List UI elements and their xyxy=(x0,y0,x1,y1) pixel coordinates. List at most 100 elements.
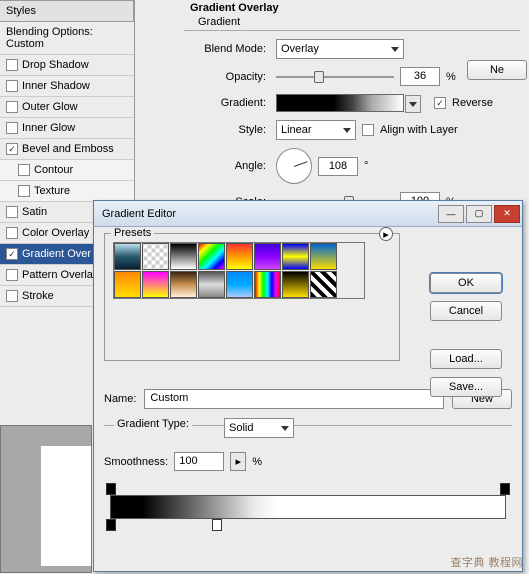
preview-area xyxy=(0,425,92,573)
style-checkbox[interactable] xyxy=(6,101,18,113)
percent-label: % xyxy=(252,456,262,468)
smoothness-stepper[interactable]: ▸ xyxy=(230,452,246,471)
angle-dial[interactable] xyxy=(276,148,312,184)
color-stop-left[interactable] xyxy=(106,519,116,531)
align-label: Align with Layer xyxy=(380,124,458,136)
gradient-overlay-panel: Gradient Overlay Gradient Blend Mode: Ov… xyxy=(180,2,520,227)
gradient-swatch[interactable] xyxy=(276,94,404,112)
preset-swatch[interactable] xyxy=(142,271,169,298)
style-label: Outer Glow xyxy=(22,101,78,113)
style-dropdown[interactable]: Linear xyxy=(276,120,356,140)
name-label: Name: xyxy=(104,393,136,405)
opacity-stop-right[interactable] xyxy=(500,483,510,495)
reverse-label: Reverse xyxy=(452,97,493,109)
style-checkbox[interactable] xyxy=(18,185,30,197)
close-button[interactable]: ✕ xyxy=(494,205,520,223)
style-checkbox[interactable] xyxy=(6,206,18,218)
cancel-button[interactable]: Cancel xyxy=(430,301,502,321)
side-buttons: Ne xyxy=(467,60,527,80)
preset-swatch[interactable] xyxy=(282,271,309,298)
gradient-dropdown-button[interactable] xyxy=(405,95,421,113)
preset-swatch[interactable] xyxy=(282,243,309,270)
style-item-outer-glow[interactable]: Outer Glow xyxy=(0,97,134,118)
style-item-contour[interactable]: Contour xyxy=(0,160,134,181)
opacity-input[interactable]: 36 xyxy=(400,67,440,86)
style-label: Texture xyxy=(34,185,70,197)
style-checkbox[interactable] xyxy=(6,80,18,92)
name-input[interactable]: Custom xyxy=(144,389,444,409)
style-item-inner-glow[interactable]: Inner Glow xyxy=(0,118,134,139)
preset-swatch[interactable] xyxy=(254,271,281,298)
presets-menu-button[interactable]: ▸ xyxy=(379,227,393,241)
opacity-slider[interactable] xyxy=(276,68,394,86)
save-button[interactable]: Save... xyxy=(430,377,502,397)
style-label: Gradient Over xyxy=(22,248,91,260)
watermark-text: 查字典 教程网 xyxy=(450,554,523,570)
presets-box: Presets ▸ xyxy=(104,233,400,361)
preset-swatch[interactable] xyxy=(226,243,253,270)
degree-label: ° xyxy=(364,160,368,172)
titlebar[interactable]: Gradient Editor — ▢ ✕ xyxy=(94,201,522,227)
style-item-drop-shadow[interactable]: Drop Shadow xyxy=(0,55,134,76)
blend-mode-dropdown[interactable]: Overlay xyxy=(276,39,404,59)
gradient-section-label: Gradient xyxy=(198,16,520,28)
preset-swatch[interactable] xyxy=(310,243,337,270)
style-label: Color Overlay xyxy=(22,227,89,239)
style-label: Contour xyxy=(34,164,73,176)
style-checkbox[interactable] xyxy=(6,269,18,281)
style-checkbox[interactable]: ✓ xyxy=(6,248,18,260)
smoothness-input[interactable]: 100 xyxy=(174,452,224,471)
load-button[interactable]: Load... xyxy=(430,349,502,369)
blending-options-row[interactable]: Blending Options: Custom xyxy=(0,22,134,55)
preset-swatch[interactable] xyxy=(198,271,225,298)
gradient-bar[interactable] xyxy=(110,495,506,519)
gradient-type-dropdown[interactable]: Solid xyxy=(224,418,294,438)
style-checkbox[interactable] xyxy=(6,122,18,134)
chevron-down-icon xyxy=(343,128,351,133)
styles-header[interactable]: Styles xyxy=(0,0,134,22)
opacity-label: Opacity: xyxy=(190,71,270,83)
style-checkbox[interactable] xyxy=(18,164,30,176)
percent-label: % xyxy=(446,71,456,83)
maximize-button[interactable]: ▢ xyxy=(466,205,492,223)
preset-swatch[interactable] xyxy=(254,243,281,270)
style-checkbox[interactable] xyxy=(6,290,18,302)
dialog-title: Gradient Editor xyxy=(102,208,176,220)
blend-mode-label: Blend Mode: xyxy=(190,43,270,55)
style-label: Bevel and Emboss xyxy=(22,143,114,155)
new-style-button[interactable]: Ne xyxy=(467,60,527,80)
ok-button[interactable]: OK xyxy=(430,273,502,293)
gradient-bar-area xyxy=(104,481,512,539)
style-item-inner-shadow[interactable]: Inner Shadow xyxy=(0,76,134,97)
style-label: Pattern Overlay xyxy=(22,269,98,281)
opacity-stop-left[interactable] xyxy=(106,483,116,495)
style-checkbox[interactable]: ✓ xyxy=(6,143,18,155)
gradient-type-label: Gradient Type: xyxy=(114,418,192,430)
style-item-bevel-and-emboss[interactable]: ✓ Bevel and Emboss xyxy=(0,139,134,160)
style-label: Satin xyxy=(22,206,47,218)
reverse-checkbox[interactable]: ✓ xyxy=(434,97,446,109)
presets-label: Presets xyxy=(111,227,154,239)
preset-swatch[interactable] xyxy=(114,243,141,270)
gradient-editor-dialog: Gradient Editor — ▢ ✕ Presets ▸ OK Cance… xyxy=(93,200,523,572)
angle-label: Angle: xyxy=(190,160,270,172)
style-label: Inner Shadow xyxy=(22,80,90,92)
style-checkbox[interactable] xyxy=(6,227,18,239)
angle-input[interactable]: 108 xyxy=(318,157,358,176)
preset-swatch[interactable] xyxy=(170,271,197,298)
style-item-texture[interactable]: Texture xyxy=(0,181,134,202)
gradient-label: Gradient: xyxy=(190,97,270,109)
preset-swatch[interactable] xyxy=(226,271,253,298)
preset-swatch[interactable] xyxy=(310,271,337,298)
minimize-button[interactable]: — xyxy=(438,205,464,223)
preset-swatch[interactable] xyxy=(142,243,169,270)
style-label: Inner Glow xyxy=(22,122,75,134)
preset-swatch[interactable] xyxy=(114,271,141,298)
preset-swatch[interactable] xyxy=(170,243,197,270)
style-label: Drop Shadow xyxy=(22,59,89,71)
preset-swatch[interactable] xyxy=(198,243,225,270)
style-checkbox[interactable] xyxy=(6,59,18,71)
align-checkbox[interactable] xyxy=(362,124,374,136)
color-stop-mid[interactable] xyxy=(212,519,222,531)
panel-title: Gradient Overlay xyxy=(190,2,520,14)
